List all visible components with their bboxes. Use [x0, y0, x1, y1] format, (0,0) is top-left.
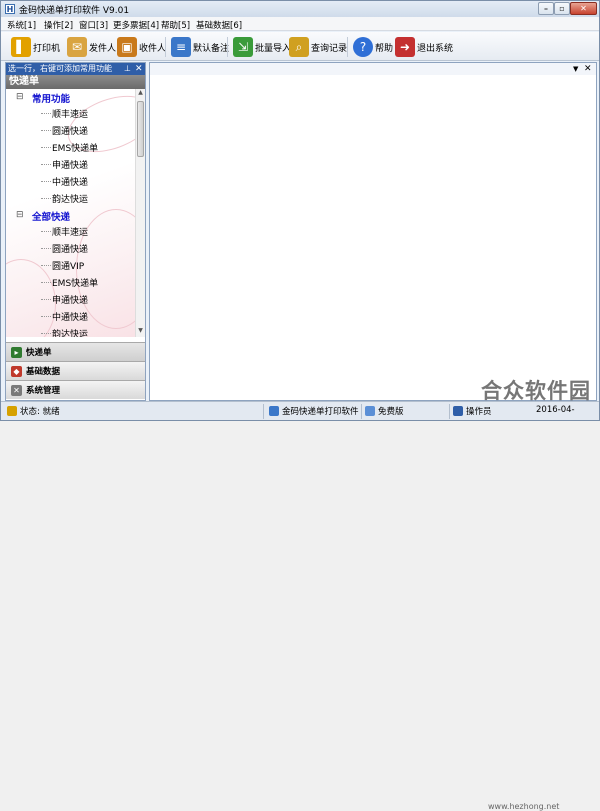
close-icon[interactable]: ✕ — [584, 63, 592, 75]
data-icon: ◆ — [11, 365, 22, 377]
minimize-button[interactable]: – — [538, 2, 554, 15]
help-button[interactable]: ? 帮助 — [353, 35, 393, 59]
status-icon — [7, 406, 17, 416]
menu-window[interactable]: 窗口[3] — [79, 19, 108, 31]
collapse-icon[interactable]: ⊟ — [16, 210, 24, 220]
exit-button[interactable]: ➜ 退出系统 — [395, 35, 453, 59]
tree-item[interactable]: EMS快递单 — [52, 141, 98, 154]
tree-item[interactable]: 顺丰速运 — [52, 225, 88, 238]
app-window: H 金码快递单打印软件 V9.01 – ▫ ✕ 系统[1] 操作[2] 窗口[3… — [0, 0, 600, 811]
petal-decoration — [6, 259, 56, 337]
content-header: ▼ ✕ — [150, 63, 596, 75]
dropdown-icon[interactable]: ▼ — [573, 63, 578, 75]
license-icon — [365, 406, 375, 416]
pin-icon[interactable]: ⊥ — [124, 63, 132, 75]
status-operator: 操作员 — [453, 405, 492, 417]
panel-title: 快递单 — [6, 75, 145, 89]
main-content-area[interactable]: ▼ ✕ — [149, 62, 597, 401]
close-button[interactable]: ✕ — [570, 2, 597, 15]
printer-button[interactable]: ▌ 打印机 — [11, 35, 60, 59]
import-icon: ⇲ — [233, 37, 253, 57]
scroll-thumb[interactable] — [137, 101, 144, 157]
watermark-url: www.hezhong.net — [488, 802, 560, 811]
tree-scrollbar[interactable]: ▲ ▼ — [135, 89, 145, 337]
mailbox-icon: ▣ — [117, 37, 137, 57]
nav-system-button[interactable]: ✕ 系统管理 — [6, 380, 145, 399]
default-note-button[interactable]: ≡ 默认备注 — [171, 35, 229, 59]
tree-category-common[interactable]: 常用功能 — [32, 91, 70, 105]
tree-item[interactable]: 顺丰速运 — [52, 107, 88, 120]
status-license: 免费版 — [365, 405, 404, 417]
tree-category-all[interactable]: 全部快递 — [32, 209, 70, 223]
status-date: 2016-04- — [536, 405, 575, 415]
exit-icon: ➜ — [395, 37, 415, 57]
scroll-up-icon[interactable]: ▲ — [136, 89, 145, 99]
nav-basic-data-button[interactable]: ◆ 基础数据 — [6, 361, 145, 380]
close-icon[interactable]: ✕ — [135, 63, 143, 75]
scroll-down-icon[interactable]: ▼ — [136, 327, 145, 337]
user-icon — [453, 406, 463, 416]
maximize-button[interactable]: ▫ — [554, 2, 570, 15]
express-tree: ⊟ 常用功能 顺丰速运 圆通快递 EMS快递单 申通快递 中通快递 韵达快运 ⊟… — [6, 89, 135, 337]
tree-item[interactable]: 韵达快运 — [52, 192, 88, 205]
title-bar[interactable]: H 金码快递单打印软件 V9.01 – ▫ ✕ — [1, 1, 599, 17]
status-state: 状态: 就绪 — [7, 405, 60, 417]
menu-help[interactable]: 帮助[5] — [161, 19, 190, 31]
printer-icon: ▌ — [11, 37, 31, 57]
toolbar: ▌ 打印机 ✉ 发件人 ▣ 收件人 ≡ 默认备注 ⇲ 批量导入 ⌕ 查询记录 ? 帮助 ➜ 退出… — [1, 32, 599, 61]
menu-basic-data[interactable]: 基础数据[6] — [196, 19, 242, 31]
menu-bar: 系统[1] 操作[2] 窗口[3] 更多票据[4] 帮助[5] 基础数据[6] — [1, 17, 599, 31]
tree-item[interactable]: 韵达快运 — [52, 327, 88, 337]
magnifier-icon: ⌕ — [289, 37, 309, 57]
help-icon: ? — [353, 37, 373, 57]
collapse-icon[interactable]: ⊟ — [16, 92, 24, 102]
tree-item[interactable]: 圆通快递 — [52, 242, 88, 255]
tools-icon: ✕ — [11, 384, 22, 396]
tree-item[interactable]: 中通快递 — [52, 175, 88, 188]
nav-express-button[interactable]: ▸ 快递单 — [6, 342, 145, 361]
tree-item[interactable]: 圆通VIP — [52, 259, 84, 272]
envelope-icon: ✉ — [67, 37, 87, 57]
menu-operation[interactable]: 操作[2] — [44, 19, 73, 31]
status-app-name: 金码快递单打印软件 — [269, 405, 359, 417]
query-records-button[interactable]: ⌕ 查询记录 — [289, 35, 347, 59]
tree-item[interactable]: 申通快递 — [52, 293, 88, 306]
tree-item[interactable]: 申通快递 — [52, 158, 88, 171]
tree-item[interactable]: 中通快递 — [52, 310, 88, 323]
note-icon: ≡ — [171, 37, 191, 57]
sender-button[interactable]: ✉ 发件人 — [67, 35, 116, 59]
app-icon — [269, 406, 279, 416]
tree-item[interactable]: EMS快递单 — [52, 276, 98, 289]
menu-system[interactable]: 系统[1] — [7, 19, 36, 31]
menu-more-tickets[interactable]: 更多票据[4] — [113, 19, 159, 31]
left-panel: 选一行，右键可添加常用功能 ⊥ ✕ 快递单 ⊟ 常用功能 顺丰速运 圆通快递 E… — [5, 62, 146, 401]
batch-import-button[interactable]: ⇲ 批量导入 — [233, 35, 291, 59]
express-icon: ▸ — [11, 346, 22, 358]
tree-item[interactable]: 圆通快递 — [52, 124, 88, 137]
receiver-button[interactable]: ▣ 收件人 — [117, 35, 166, 59]
status-bar: 状态: 就绪 金码快递单打印软件 免费版 操作员 www.hezhong.net… — [1, 401, 599, 811]
window-title: 金码快递单打印软件 V9.01 — [19, 6, 130, 16]
app-logo-icon: H — [5, 4, 15, 14]
